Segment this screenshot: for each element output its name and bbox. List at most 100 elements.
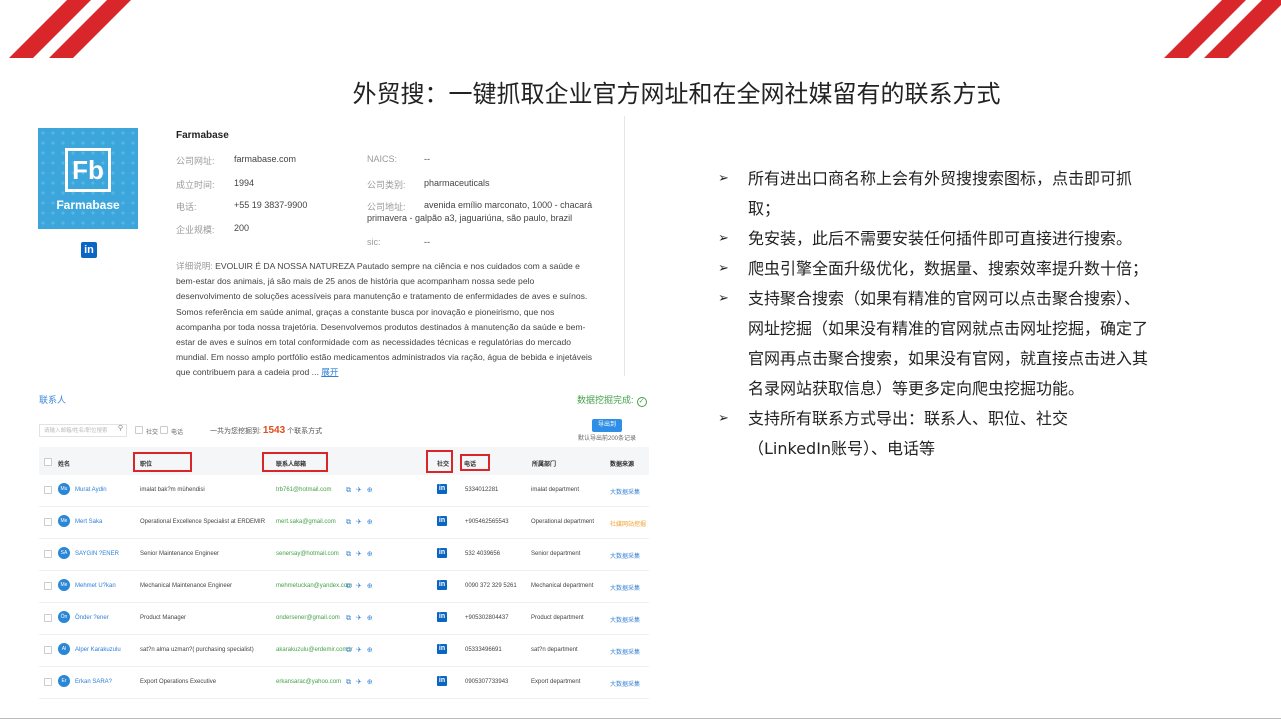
email-action-icons[interactable]: ⧉✈⊕ [346,646,378,655]
contact-phone: 532 4039656 [465,551,501,557]
col-department[interactable]: 所属部门 [532,459,556,468]
page-title: 外贸搜：一键抓取企业官方网址和在全网社媒留有的联系方式 [352,80,1001,108]
contact-source: 大数据采集 [610,586,641,592]
select-all-checkbox[interactable] [44,458,52,466]
contact-position: Mechanical Maintenance Engineer [140,583,233,589]
linkedin-icon[interactable]: in [437,580,447,590]
email-action-icons[interactable]: ⧉✈⊕ [346,678,378,687]
website-value[interactable]: farmabase.com [234,154,296,164]
contact-source: 大数据采集 [610,554,641,560]
highlight-position [133,452,192,472]
search-icon[interactable]: ⚲ [118,425,123,432]
table-row[interactable]: Mu Murat Aydin imalat bak?m mühendisi trb76… [39,475,649,507]
contact-department: imalat department [531,487,580,493]
col-source[interactable]: 数据来源 [610,459,634,468]
contact-name[interactable]: Mert Saka [75,519,102,525]
table-row[interactable]: Me Mehmet U?kan Mechanical Maintenance Eng… [39,571,649,603]
sic-value: -- [424,237,430,247]
email-action-icons[interactable]: ⧉✈⊕ [346,582,378,591]
linkedin-icon[interactable]: in [81,242,97,258]
company-description: 详细说明: EVOLUIR É DA NOSSA NATUREZA Pautad… [176,259,600,381]
contact-name[interactable]: Erkan SARA? [75,679,112,685]
email-action-icons[interactable]: ⧉✈⊕ [346,550,378,559]
phone-value: +55 19 3837-9900 [234,200,308,210]
decor-stripes-right [1141,0,1281,58]
table-row[interactable]: Ön Önder ?ener Product Manager ondersener@g… [39,603,649,635]
contact-email[interactable]: senersay@hotmail.com [276,551,339,557]
sic-label: sic: [367,237,381,247]
highlight-social [426,450,453,473]
contact-email[interactable]: mert.saka@gmail.com [276,519,336,525]
size-label: 企业规模: [176,225,215,235]
avatar: Er [58,675,70,687]
contact-name[interactable]: Mehmet U?kan [75,583,116,589]
row-checkbox[interactable] [44,646,52,654]
website-label: 公司网址: [176,156,215,166]
contact-email[interactable]: mehmetuckan@yandex.com [276,583,352,589]
contact-department: Mechanical department [531,583,594,589]
contact-name[interactable]: Murat Aydin [75,487,107,493]
linkedin-icon[interactable]: in [437,644,447,654]
avatar: SA [58,547,70,559]
linkedin-icon[interactable]: in [437,484,447,494]
linkedin-icon[interactable]: in [437,612,447,622]
footer-rule [0,718,1281,719]
address-label: 公司地址: [367,202,406,212]
founded-value: 1994 [234,178,255,188]
contacts-search-input[interactable]: 请输入邮箱/姓名/职位搜索 ⚲ [39,424,127,437]
row-checkbox[interactable] [44,614,52,622]
type-label: 公司类别: [367,180,406,190]
avatar: Al [58,643,70,655]
arrow-bullet-icon: ➢ [718,291,729,306]
feature-list: ➢ 所有进出口商名称上会有外贸搜搜索图标，点击即可抓取； ➢ 免安装，此后不需要安装… [718,164,1148,464]
contact-email[interactable]: erkansarac@yahoo.com [276,679,341,685]
email-action-icons[interactable]: ⧉✈⊕ [346,486,378,495]
feature-item: ➢ 所有进出口商名称上会有外贸搜搜索图标，点击即可抓取； [718,164,1148,224]
contact-name[interactable]: Alper Karakuzulu [75,647,121,653]
row-checkbox[interactable] [44,678,52,686]
table-row[interactable]: Me Mert Saka Operational Excellence Specia… [39,507,649,539]
type-value: pharmaceuticals [424,178,490,188]
export-note: 默认导出前200条记录 [578,436,637,442]
contact-source: 大数据采集 [610,650,641,656]
linkedin-icon[interactable]: in [437,516,447,526]
contact-source: 大数据采集 [610,682,641,688]
phone-filter-checkbox[interactable] [160,426,168,434]
contact-email[interactable]: ondersener@gmail.com [276,615,340,621]
contact-phone: 5334012281 [465,487,499,493]
contact-position: Export Operations Executive [140,679,217,685]
contact-name[interactable]: Önder ?ener [75,615,109,621]
feature-item: ➢ 支持所有联系方式导出：联系人、职位、社交（LinkedIn账号）、电话等 [718,404,1148,464]
row-checkbox[interactable] [44,518,52,526]
linkedin-icon[interactable]: in [437,548,447,558]
table-row[interactable]: Er Erkan SARA? Export Operations Executive… [39,667,649,699]
row-checkbox[interactable] [44,550,52,558]
feature-item: ➢ 支持聚合搜索（如果有精准的官网可以点击聚合搜索）、网址挖掘（如果没有精准的官网… [718,284,1148,404]
contact-department: Product department [531,615,584,621]
contact-department: Senior department [531,551,581,557]
email-action-icons[interactable]: ⧉✈⊕ [346,614,378,623]
contacts-count: 一共为您挖掘到: 1543 个联系方式 [210,425,322,436]
feature-item: ➢ 爬虫引擎全面升级优化，数据量、搜索效率提升数十倍； [718,254,1148,284]
contact-email[interactable]: akarakuzulu@erdemir.com.tr [276,647,353,653]
linkedin-icon[interactable]: in [437,676,447,686]
founded-label: 成立时间: [176,180,215,190]
table-row[interactable]: Al Alper Karakuzulu sat?n alma uzman?( pur… [39,635,649,667]
contact-phone: 0090 372 329 5261 [465,583,517,589]
table-header [39,447,649,475]
email-action-icons[interactable]: ⧉✈⊕ [346,518,378,527]
contacts-title: 联系人 [39,395,67,405]
social-filter-checkbox[interactable] [135,426,143,434]
contact-email[interactable]: trb761@hotmail.com [276,487,331,493]
row-checkbox[interactable] [44,582,52,590]
contact-department: Export department [531,679,581,685]
expand-link[interactable]: 展开 [321,367,338,377]
check-icon: ✓ [636,397,647,407]
table-row[interactable]: SA SAYGIN ?ENER Senior Maintenance Enginee… [39,539,649,571]
col-name[interactable]: 姓名 [58,459,70,468]
contact-name[interactable]: SAYGIN ?ENER [75,551,119,557]
feature-item: ➢ 免安装，此后不需要安装任何插件即可直接进行搜索。 [718,224,1148,254]
logo-name: Farmabase [56,198,120,212]
export-button[interactable]: 导出到 [592,419,622,432]
row-checkbox[interactable] [44,486,52,494]
